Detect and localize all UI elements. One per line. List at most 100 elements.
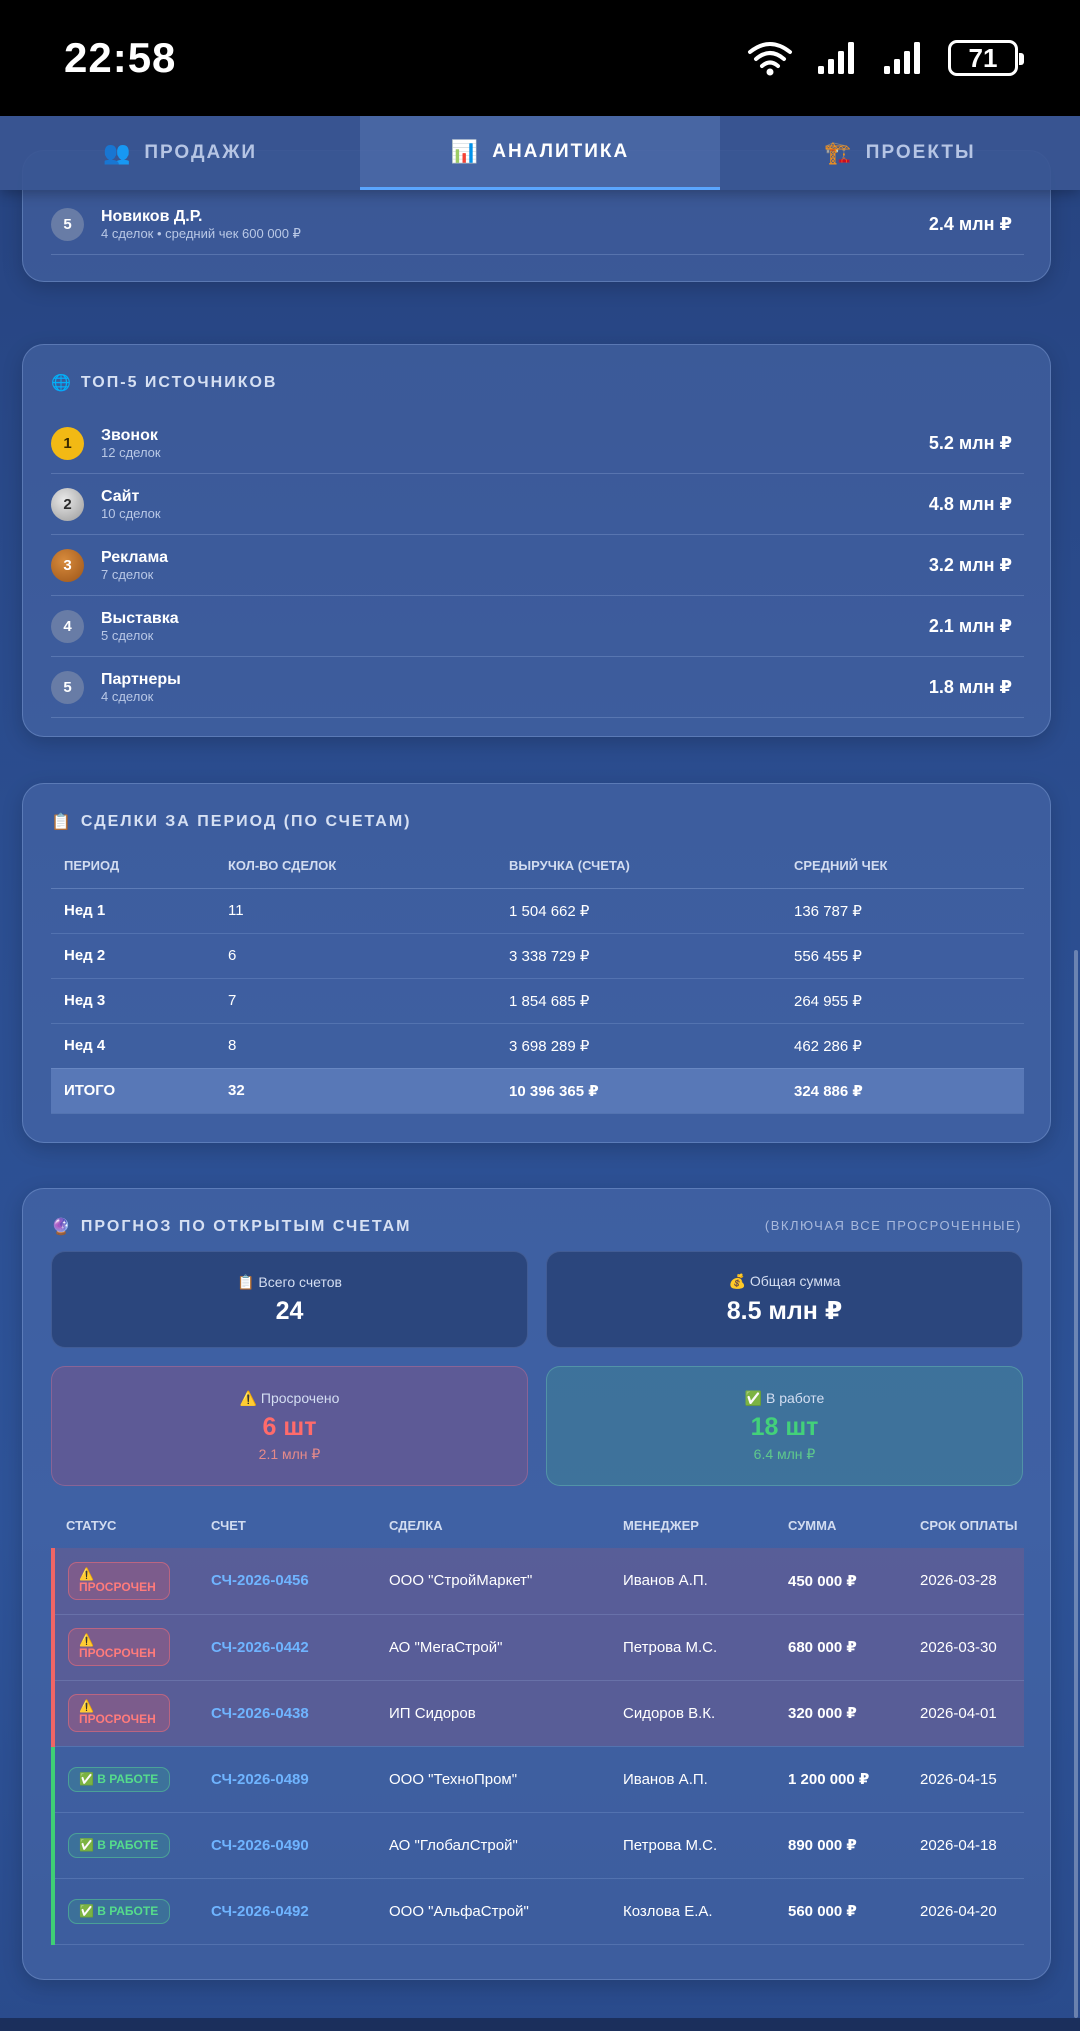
invoices-table: СТАТУС СЧЕТ СДЕЛКА МЕНЕДЖЕР СУММА СРОК О… xyxy=(51,1503,1024,1945)
list-item[interactable]: 3 Реклама 7 сделок 3.2 млн ₽ xyxy=(51,535,1024,596)
source-deals: 4 сделок xyxy=(101,688,154,704)
table-row[interactable]: ✅ В РАБОТЕ СЧ-2026-0490 АО "ГлобалСтрой"… xyxy=(51,1812,1024,1879)
period-cell: Нед 3 xyxy=(51,978,215,1024)
stat-label: Всего счетов xyxy=(258,1273,342,1290)
table-row[interactable]: ⚠️ ПРОСРОЧЕН СЧ-2026-0438 ИП Сидоров Сидо… xyxy=(51,1680,1024,1747)
tab-sales[interactable]: 👥 ПРОДАЖИ xyxy=(0,116,360,190)
invoice-link[interactable]: СЧ-2026-0489 xyxy=(211,1771,309,1788)
people-icon: 👥 xyxy=(102,140,131,165)
table-row[interactable]: ✅ В РАБОТЕ СЧ-2026-0492 ООО "АльфаСтрой"… xyxy=(51,1878,1024,1945)
deal-cell: ООО "СтройМаркет" xyxy=(376,1548,610,1615)
rank-badge: 5 xyxy=(51,670,84,704)
sum-cell: 320 000 ₽ xyxy=(775,1680,907,1747)
due-date-cell: 2026-03-30 xyxy=(907,1614,1024,1681)
column-header: СДЕЛКА xyxy=(389,1518,443,1533)
scrollbar[interactable] xyxy=(1074,950,1078,2018)
avg-check-cell: 556 455 ₽ xyxy=(781,933,1024,979)
rank-badge-bronze: 3 xyxy=(51,548,84,582)
manager-cell: Петрова М.С. xyxy=(610,1812,775,1879)
manager-amount: 2.4 млн ₽ xyxy=(928,213,1012,234)
warning-icon: ⚠️ xyxy=(79,1633,94,1647)
source-amount: 4.8 млн ₽ xyxy=(928,493,1012,514)
check-icon: ✅ xyxy=(79,1903,94,1918)
sum-cell: 890 000 ₽ xyxy=(775,1812,907,1879)
column-header: КОЛ-ВО СДЕЛОК xyxy=(215,844,496,889)
source-name: Партнеры xyxy=(101,670,181,688)
due-date-cell: 2026-04-15 xyxy=(907,1746,1024,1813)
list-item[interactable]: 5 Новиков Д.Р. 4 сделок • средний чек 60… xyxy=(51,194,1024,255)
count-cell: 7 xyxy=(215,978,496,1024)
status-badge: ⚠️ ПРОСРОЧЕН xyxy=(68,1628,170,1666)
stat-sub: 2.1 млн ₽ xyxy=(258,1445,321,1462)
stat-label: В работе xyxy=(765,1389,825,1406)
period-cell: Нед 1 xyxy=(51,888,215,934)
revenue-cell: 3 698 289 ₽ xyxy=(496,1023,781,1069)
card-title: 🔮 ПРОГНОЗ ПО ОТКРЫТЫМ СЧЕТАМ xyxy=(51,1217,412,1237)
source-name: Звонок xyxy=(101,426,158,444)
invoice-link[interactable]: СЧ-2026-0456 xyxy=(211,1572,309,1589)
warning-icon: ⚠️ xyxy=(79,1566,94,1581)
battery-level: 71 xyxy=(968,42,998,73)
table-row[interactable]: ⚠️ ПРОСРОЧЕН СЧ-2026-0456 ООО "СтройМарке… xyxy=(51,1548,1024,1615)
manager-cell: Иванов А.П. xyxy=(610,1746,775,1813)
table-row[interactable]: ✅ В РАБОТЕ СЧ-2026-0489 ООО "ТехноПром" … xyxy=(51,1746,1024,1813)
stat-in-work: ✅ В работе 18 шт 6.4 млн ₽ xyxy=(546,1366,1023,1486)
list-item[interactable]: 5 Партнеры 4 сделок 1.8 млн ₽ xyxy=(51,657,1024,718)
source-deals: 5 сделок xyxy=(101,627,154,643)
table-row[interactable]: Нед 4 8 3 698 289 ₽ 462 286 ₽ xyxy=(51,1023,1024,1069)
revenue-cell: 1 854 685 ₽ xyxy=(496,978,781,1024)
list-item[interactable]: 4 Выставка 5 сделок 2.1 млн ₽ xyxy=(51,596,1024,657)
invoice-link[interactable]: СЧ-2026-0492 xyxy=(211,1903,309,1920)
table-row[interactable]: Нед 3 7 1 854 685 ₽ 264 955 ₽ xyxy=(51,978,1024,1024)
deals-title: СДЕЛКИ ЗА ПЕРИОД (ПО СЧЕТАМ) xyxy=(80,813,412,830)
deal-cell: АО "ГлобалСтрой" xyxy=(376,1812,610,1879)
invoice-link[interactable]: СЧ-2026-0438 xyxy=(211,1705,309,1722)
stat-value: 6 шт xyxy=(262,1412,317,1441)
deal-cell: ИП Сидоров xyxy=(376,1680,610,1747)
manager-cell: Козлова Е.А. xyxy=(610,1878,775,1945)
source-amount: 3.2 млн ₽ xyxy=(928,554,1012,575)
crystal-ball-icon: 🔮 xyxy=(51,1219,73,1236)
status-icons: 71 xyxy=(746,40,1024,76)
stat-sub: 6.4 млн ₽ xyxy=(753,1445,816,1462)
stat-total-invoices: 📋 Всего счетов 24 xyxy=(51,1251,528,1348)
invoice-link[interactable]: СЧ-2026-0442 xyxy=(211,1639,309,1656)
due-date-cell: 2026-04-01 xyxy=(907,1680,1024,1747)
tab-projects[interactable]: 🏗️ ПРОЕКТЫ xyxy=(720,116,1080,190)
tab-bar: 👥 ПРОДАЖИ 📊 АНАЛИТИКА 🏗️ ПРОЕКТЫ xyxy=(0,116,1080,190)
status-bar: 22:58 71 xyxy=(0,0,1080,116)
clipboard-icon: 📋 xyxy=(237,1273,255,1290)
count-cell: 11 xyxy=(215,888,496,934)
stat-total-sum: 💰 Общая сумма 8.5 млн ₽ xyxy=(546,1251,1023,1348)
check-icon: ✅ xyxy=(744,1389,763,1406)
table-row[interactable]: Нед 2 6 3 338 729 ₽ 556 455 ₽ xyxy=(51,933,1024,979)
list-item[interactable]: 2 Сайт 10 сделок 4.8 млн ₽ xyxy=(51,474,1024,535)
signal-icon-2 xyxy=(884,42,920,74)
clipboard-icon: 📋 xyxy=(51,814,73,831)
status-badge: ⚠️ ПРОСРОЧЕН xyxy=(68,1561,170,1600)
source-deals: 7 сделок xyxy=(101,566,154,582)
manager-cell: Сидоров В.К. xyxy=(610,1680,775,1747)
table-total-row: ИТОГО 32 10 396 365 ₽ 324 886 ₽ xyxy=(51,1068,1024,1114)
globe-icon: 🌐 xyxy=(51,375,73,392)
count-cell: 8 xyxy=(215,1023,496,1069)
column-header: МЕНЕДЖЕР xyxy=(623,1518,699,1533)
money-bag-icon: 💰 xyxy=(728,1273,746,1289)
tab-label: АНАЛИТИКА xyxy=(492,140,630,162)
sum-cell: 1 200 000 ₽ xyxy=(775,1746,907,1813)
tab-label: ПРОДАЖИ xyxy=(144,142,258,163)
list-item[interactable]: 1 Звонок 12 сделок 5.2 млн ₽ xyxy=(51,413,1024,474)
manager-cell: Иванов А.П. xyxy=(610,1548,775,1615)
manager-name: Новиков Д.Р. xyxy=(101,207,203,225)
tab-analytics[interactable]: 📊 АНАЛИТИКА xyxy=(360,116,720,190)
warning-icon: ⚠️ xyxy=(239,1389,258,1406)
column-header: СУММА xyxy=(788,1518,837,1533)
avg-check-cell: 136 787 ₽ xyxy=(781,888,1024,934)
table-row[interactable]: ⚠️ ПРОСРОЧЕН СЧ-2026-0442 АО "МегаСтрой" … xyxy=(51,1614,1024,1681)
period-cell: Нед 4 xyxy=(51,1023,215,1069)
revenue-cell: 3 338 729 ₽ xyxy=(496,933,781,979)
invoice-link[interactable]: СЧ-2026-0490 xyxy=(211,1837,309,1854)
table-row[interactable]: Нед 1 11 1 504 662 ₽ 136 787 ₽ xyxy=(51,888,1024,934)
bottom-edge xyxy=(0,2018,1080,2031)
due-date-cell: 2026-04-20 xyxy=(907,1878,1024,1945)
